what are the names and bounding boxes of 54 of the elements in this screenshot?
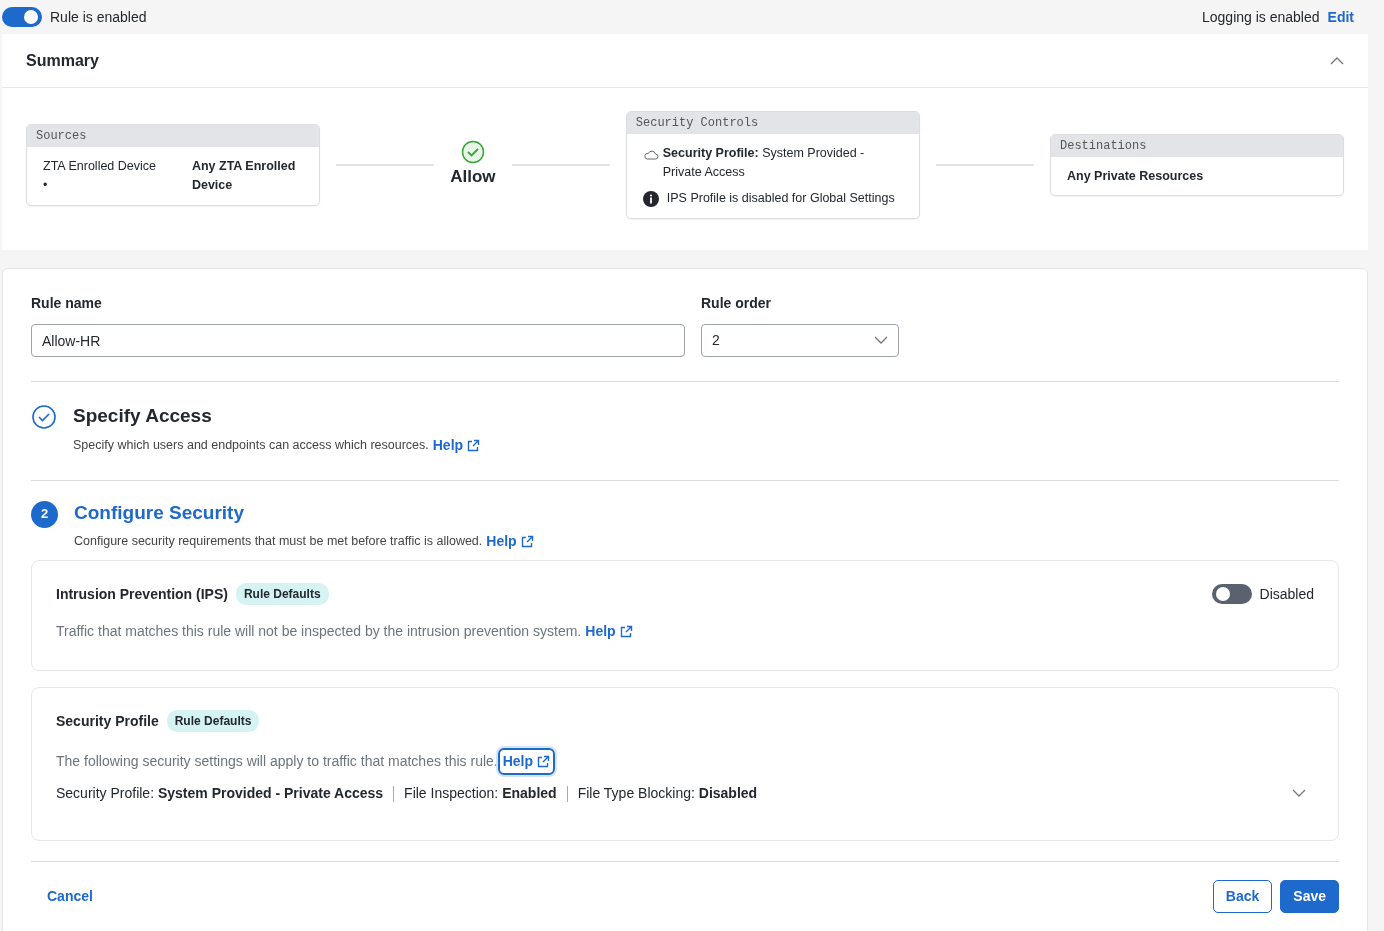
card-title: Intrusion Prevention (IPS): [56, 584, 228, 604]
bullet: •: [43, 177, 49, 194]
check-circle-icon: [460, 140, 485, 165]
step-number: 2: [31, 500, 58, 528]
edit-link[interactable]: Edit: [1327, 6, 1354, 28]
back-button[interactable]: Back: [1212, 880, 1273, 913]
external-link-icon: [537, 755, 551, 768]
step-description: Specify which users and endpoints can access which resources.: [73, 436, 429, 454]
expand-button[interactable]: [1292, 789, 1306, 798]
help-link[interactable]: Help: [432, 434, 481, 456]
collapse-button[interactable]: [1330, 56, 1344, 65]
action-label: Allow: [450, 166, 496, 189]
help-link[interactable]: Help: [497, 748, 556, 775]
help-link[interactable]: Help: [585, 621, 633, 642]
chevron-icon: [1292, 789, 1306, 798]
toggle-label: Rule is enabled: [50, 7, 147, 27]
info-icon: [642, 190, 659, 207]
card-description: Traffic that matches this rule will not be inspected by the intrusion prevention system.: [56, 622, 582, 641]
external-link-icon: [467, 438, 481, 452]
card-description: The following security settings will apply to traffic that matches this rule.: [56, 752, 498, 771]
cancel-link[interactable]: Cancel: [47, 886, 93, 907]
help-link[interactable]: Help: [486, 531, 534, 552]
box-header: Destinations: [1051, 134, 1343, 157]
save-button[interactable]: Save: [1280, 880, 1339, 913]
security-profile-text: Security Profile: System Provided - Private Access: [662, 144, 866, 181]
rule-defaults-badge: Rule Defaults: [235, 583, 329, 605]
setting-text: File Type Blocking: Disabled: [577, 784, 758, 803]
chevron-icon: [874, 336, 888, 345]
source-value: Any ZTA Enrolled Device: [191, 158, 297, 194]
toggle-label: Disabled: [1259, 584, 1314, 604]
logging-status: Logging is enabled: [1202, 7, 1320, 27]
external-link-icon: [619, 625, 633, 638]
box-header: Sources: [27, 125, 319, 148]
step-title: Configure Security: [74, 500, 245, 525]
step-description: Configure security requirements that must be met before traffic is allowed.: [74, 533, 483, 551]
rule-toggle[interactable]: [2, 7, 42, 27]
setting-text: Security Profile: System Provided - Private Access: [56, 784, 384, 803]
check-circle-icon: [31, 404, 57, 430]
destination-item: Any Private Resources: [1066, 167, 1205, 185]
ips-toggle[interactable]: [1211, 584, 1252, 604]
external-link-icon: [520, 535, 534, 548]
rule-name-field[interactable]: Allow-HR: [31, 324, 685, 357]
card-title: Security Profile: [56, 711, 159, 731]
field-label: Rule name: [31, 294, 103, 313]
source-label: ZTA Enrolled Device: [43, 158, 157, 176]
chevron-icon: [1330, 56, 1344, 65]
field-label: Rule order: [701, 294, 772, 313]
rule-order-select[interactable]: 2: [701, 324, 899, 357]
setting-text: File Inspection: Enabled: [404, 784, 557, 803]
rule-defaults-badge: Rule Defaults: [166, 710, 260, 732]
ips-note: IPS Profile is disabled for Global Settings: [666, 190, 895, 208]
box-header: Security Controls: [626, 111, 919, 134]
summary-title: Summary: [26, 50, 99, 71]
step-title: Specify Access: [73, 404, 213, 428]
